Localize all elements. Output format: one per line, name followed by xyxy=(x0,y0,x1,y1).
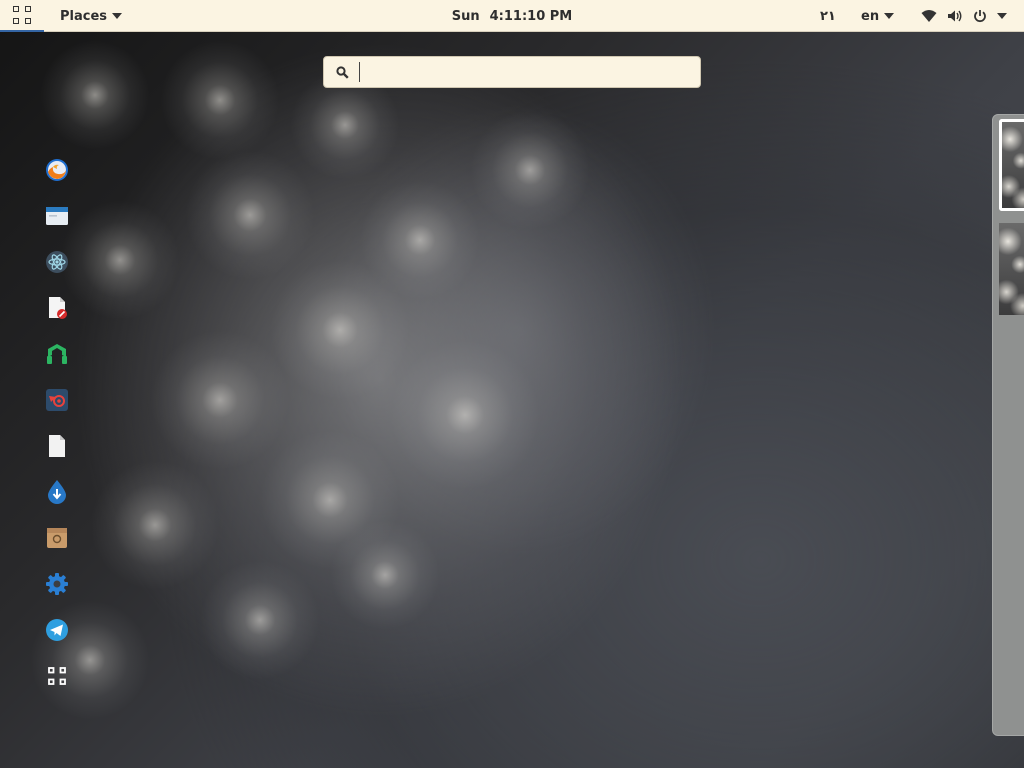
document-viewer-icon xyxy=(49,297,67,319)
chevron-down-icon xyxy=(997,13,1007,19)
dash-item-telegram[interactable] xyxy=(34,608,80,652)
power-icon xyxy=(974,10,986,23)
dash-item-download-manager[interactable] xyxy=(34,470,80,514)
search-input[interactable] xyxy=(359,62,679,82)
search-box[interactable] xyxy=(323,56,701,88)
dash-item-show-applications[interactable] xyxy=(34,654,80,698)
workspace-switcher xyxy=(992,114,1024,736)
dash-item-document-viewer[interactable] xyxy=(34,286,80,330)
text-document-icon xyxy=(49,435,65,457)
wifi-icon xyxy=(921,10,937,22)
clock-time: 4:11:10 PM xyxy=(489,8,573,24)
workspace-indicator[interactable]: ۲۱ xyxy=(820,0,836,32)
dash-item-files[interactable] xyxy=(34,194,80,238)
dash-item-blender[interactable] xyxy=(34,378,80,422)
show-apps-grid-icon xyxy=(48,667,66,685)
workspace-thumbnail-2[interactable] xyxy=(999,223,1024,315)
language-menu[interactable]: en xyxy=(861,0,895,32)
clock-day: Sun xyxy=(451,8,480,24)
workspace-preview xyxy=(999,223,1024,315)
blender-icon xyxy=(46,389,68,411)
headset-icon xyxy=(47,344,67,364)
chevron-down-icon xyxy=(884,13,895,19)
firefox-icon xyxy=(46,159,68,181)
telegram-icon xyxy=(46,619,68,641)
archive-icon xyxy=(47,528,67,548)
language-label: en xyxy=(861,8,880,24)
workspace-thumbnail-1[interactable] xyxy=(999,119,1024,211)
gear-icon xyxy=(46,573,68,595)
search-icon xyxy=(336,65,349,79)
volume-icon xyxy=(948,10,962,22)
workspace-preview xyxy=(1002,122,1024,208)
system-status-menu[interactable] xyxy=(921,0,1007,32)
dash-item-headset-app[interactable] xyxy=(34,332,80,376)
top-bar: Places Sun 4:11:10 PM ۲۱ en xyxy=(0,0,1024,32)
atom-icon xyxy=(46,251,68,273)
download-drop-icon xyxy=(48,480,66,504)
dash-item-atom[interactable] xyxy=(34,240,80,284)
files-icon xyxy=(46,207,68,225)
dash-item-settings[interactable] xyxy=(34,562,80,606)
dash-item-archive-manager[interactable] xyxy=(34,516,80,560)
dash-item-firefox[interactable] xyxy=(34,148,80,192)
dash-item-text-document[interactable] xyxy=(34,424,80,468)
